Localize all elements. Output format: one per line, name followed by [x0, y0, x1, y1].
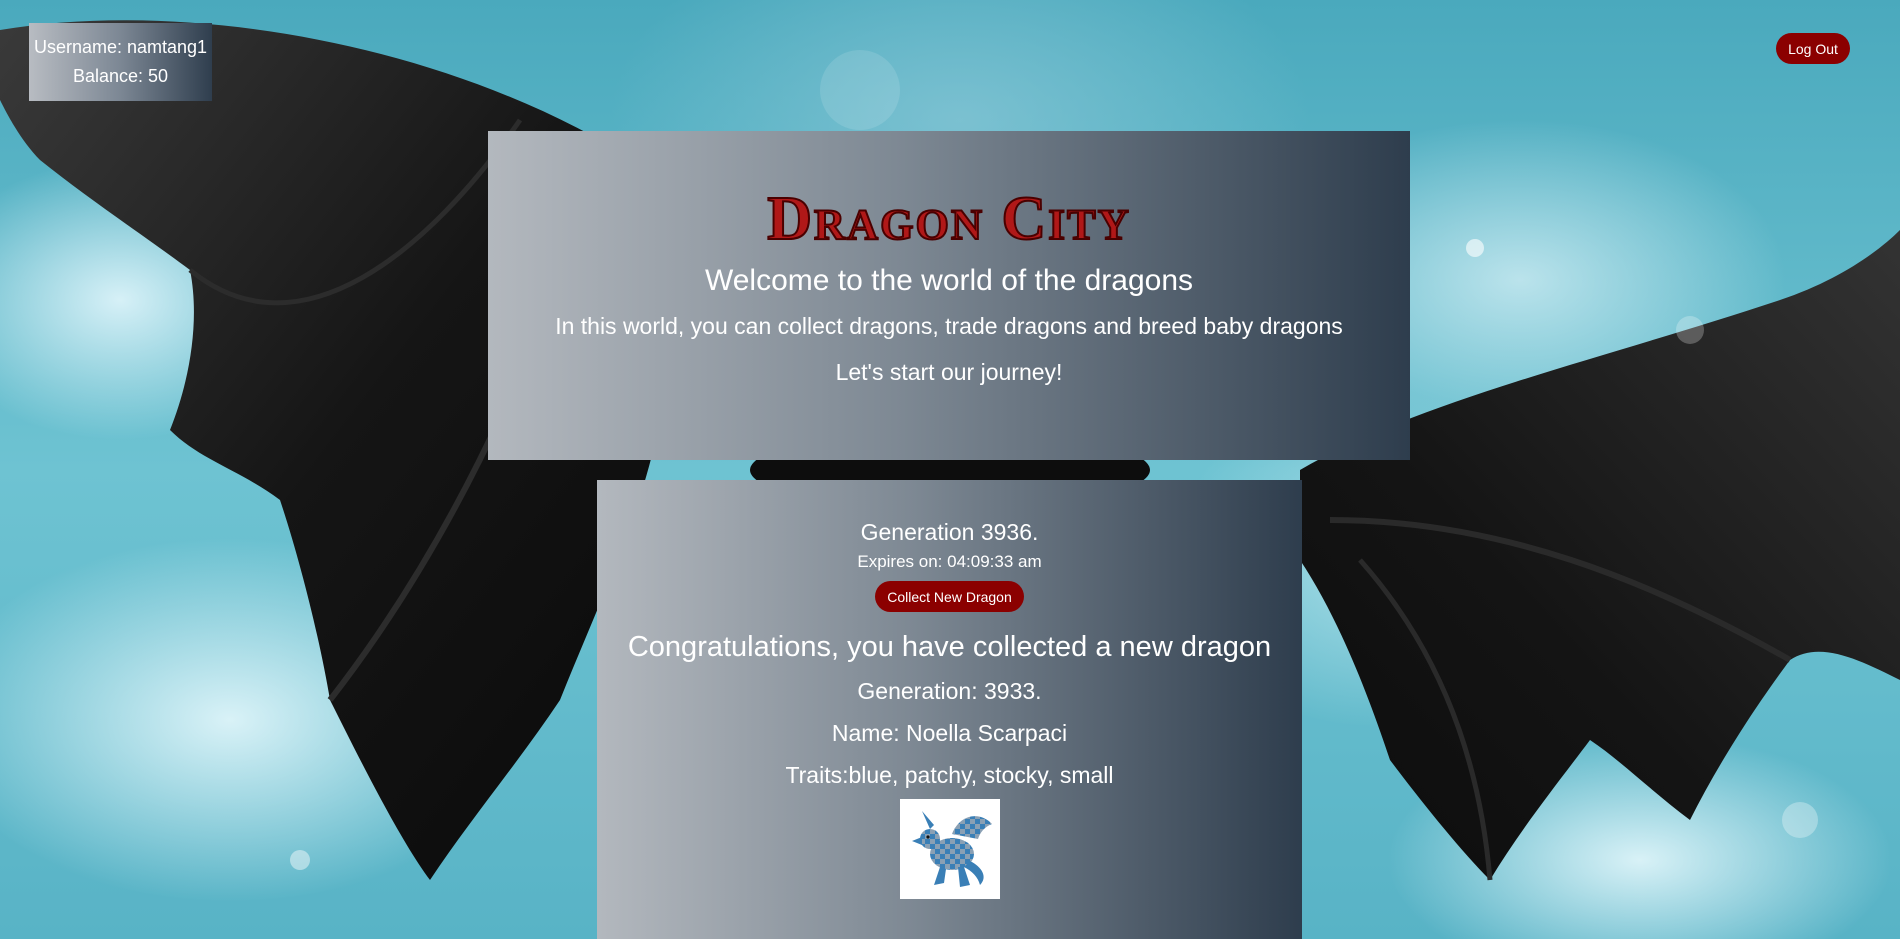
new-dragon-name: Name: Noella Scarpaci — [831, 720, 1068, 746]
congrats-heading: Congratulations, you have collected a ne… — [627, 631, 1272, 663]
logout-button[interactable]: Log Out — [1776, 33, 1850, 64]
username-text: Username: namtang1 — [33, 37, 208, 57]
new-dragon-generation: Generation: 3933. — [857, 678, 1042, 704]
collect-new-dragon-button[interactable]: Collect New Dragon — [875, 581, 1024, 612]
welcome-heading: Welcome to the world of the dragons — [704, 264, 1194, 297]
welcome-panel: Dragon City Welcome to the world of the … — [488, 131, 1410, 460]
collect-panel: Generation 3936. Expires on: 04:09:33 am… — [597, 480, 1302, 939]
journey-text: Let's start our journey! — [835, 359, 1063, 385]
intro-text: In this world, you can collect dragons, … — [555, 313, 1343, 339]
dragon-image — [899, 799, 1000, 899]
generation-text: Generation 3936. — [860, 519, 1039, 545]
logo-text: Dragon City — [767, 185, 1131, 253]
balance-text: Balance: 50 — [72, 66, 169, 86]
expires-text: Expires on: 04:09:33 am — [857, 552, 1042, 571]
dragon-city-logo: Dragon City — [488, 183, 1410, 253]
user-info-box: Username: namtang1 Balance: 50 — [29, 23, 212, 101]
new-dragon-traits: Traits:blue, patchy, stocky, small — [785, 762, 1114, 788]
